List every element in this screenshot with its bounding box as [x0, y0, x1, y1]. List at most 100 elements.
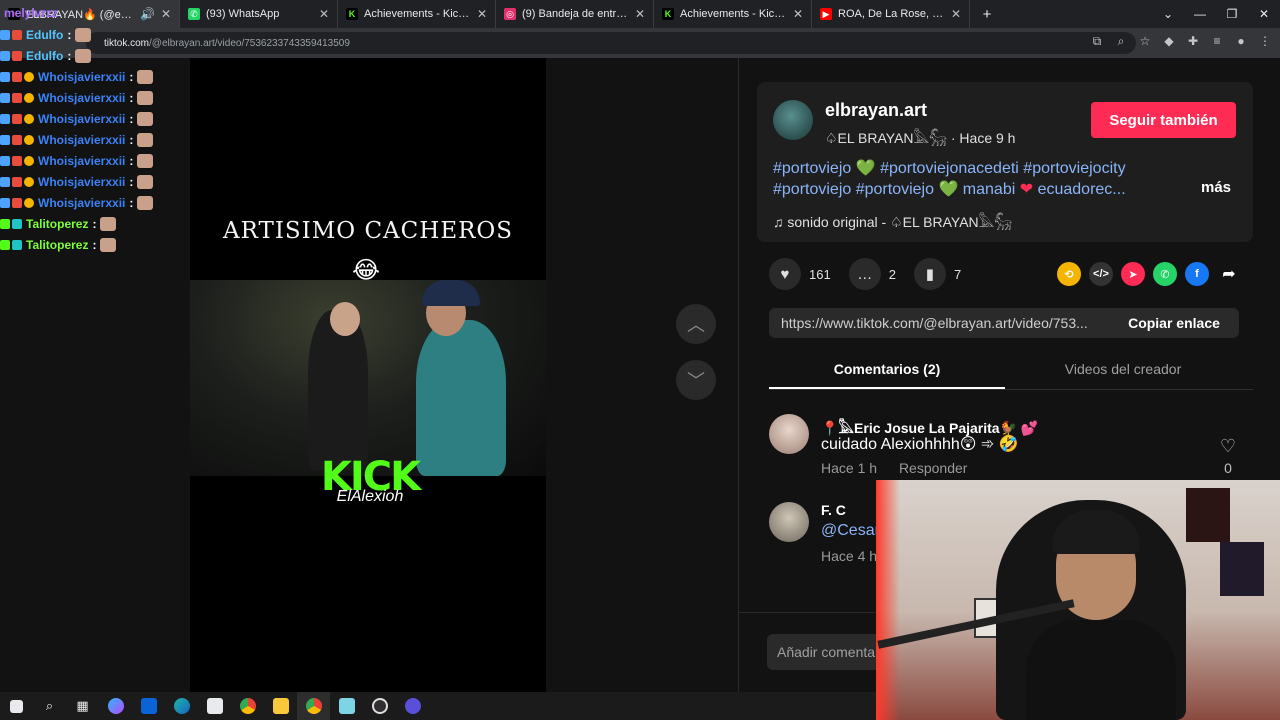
extension-icon[interactable]: ◆ [1162, 34, 1176, 49]
commenter-name[interactable]: F. C [821, 502, 846, 518]
tab-kick-dashboard-2[interactable]: K Achievements - Kick Dashboard ✕ [654, 0, 812, 28]
close-icon[interactable]: ✕ [635, 7, 645, 21]
close-icon[interactable]: ✕ [793, 7, 803, 21]
chat-separator: : [92, 216, 97, 231]
chat-message: Whoisjavierxxii: [0, 66, 190, 87]
save-button[interactable]: ▮ 7 [913, 258, 961, 290]
bookmark-star-icon[interactable]: ☆ [1138, 34, 1152, 49]
chat-username: Whoisjavierxxii [38, 69, 126, 84]
chat-badge-icon [0, 155, 10, 166]
chrome-active-icon[interactable] [297, 692, 330, 720]
tab-instagram[interactable]: ◎ (9) Bandeja de entrada • Chats ✕ [496, 0, 654, 28]
like-button[interactable]: ♥ 161 [769, 258, 831, 290]
chat-badge-icon [0, 92, 10, 103]
video-nav-area: ︿ ﹀ [546, 58, 738, 692]
author-card: elbrayan.art ♤EL BRAYAN𓅓𓃵 · Hace 9 h Seg… [757, 82, 1253, 242]
search-icon[interactable]: ⌕ [33, 692, 66, 720]
share-link-text[interactable]: https://www.tiktok.com/@elbrayan.art/vid… [769, 315, 1109, 331]
chat-message: Whoisjavierxxii: [0, 171, 190, 192]
chat-separator: : [129, 153, 134, 168]
webcam-overlay [876, 480, 1280, 720]
file-explorer-icon[interactable] [264, 692, 297, 720]
share-arrow-icon[interactable]: ➦ [1217, 262, 1241, 286]
video-frame [190, 280, 546, 476]
chat-message: Whoisjavierxxii: [0, 108, 190, 129]
url-field[interactable]: tiktok.com/@elbrayan.art/video/753623374… [86, 32, 1136, 54]
puzzle-icon[interactable]: ✚ [1186, 34, 1200, 49]
copy-link-button[interactable]: Copiar enlace [1109, 315, 1239, 331]
comment-like-icon[interactable]: ♡ [1217, 436, 1239, 457]
chat-badge-icon [12, 218, 22, 229]
menu-icon[interactable]: ⋮ [1258, 34, 1272, 49]
chat-message: Edulfo: [0, 24, 190, 45]
media-icon[interactable]: ≡ [1210, 34, 1224, 49]
reply-button[interactable]: Responder [899, 460, 968, 476]
close-icon[interactable]: ✕ [477, 7, 487, 21]
minimize-icon[interactable]: — [1184, 0, 1216, 28]
restore-icon[interactable]: ❐ [1216, 0, 1248, 28]
chrome-icon[interactable] [231, 692, 264, 720]
new-tab-button[interactable]: + [976, 6, 998, 23]
profile-icon[interactable]: ● [1234, 34, 1248, 49]
windows-start-icon[interactable] [0, 692, 33, 720]
send-icon[interactable]: ➤ [1121, 262, 1145, 286]
store-icon[interactable] [198, 692, 231, 720]
panel-tabs: Comentarios (2) Videos del creador [769, 354, 1253, 390]
next-video-button[interactable]: ﹀ [676, 360, 716, 400]
commenter-avatar[interactable] [769, 502, 809, 542]
chat-message: Edulfo: [0, 45, 190, 66]
facebook-icon[interactable]: f [1185, 262, 1209, 286]
chat-username: Whoisjavierxxii [38, 195, 126, 210]
chevron-down-icon[interactable]: ⌄ [1152, 0, 1184, 28]
chat-username: Whoisjavierxxii [38, 153, 126, 168]
tab-creator-videos[interactable]: Videos del creador [1005, 354, 1241, 389]
video-player[interactable]: ARTISIMO CACHEROS 😂 KICK ElAlexioh [190, 58, 546, 692]
close-window-icon[interactable]: ✕ [1248, 0, 1280, 28]
whatsapp-share-icon[interactable]: ✆ [1153, 262, 1177, 286]
chat-emote-icon [75, 27, 92, 42]
tab-comments[interactable]: Comentarios (2) [769, 354, 1005, 389]
embed-icon[interactable]: </> [1089, 262, 1113, 286]
task-view-icon[interactable]: ▦ [66, 692, 99, 720]
chat-emote-icon [137, 69, 154, 84]
cast-icon[interactable]: ⧉ [1090, 34, 1104, 49]
chat-emote-icon [137, 90, 154, 105]
window-controls: ⌄ — ❐ ✕ [1152, 0, 1280, 28]
app-icon-2[interactable] [396, 692, 429, 720]
copilot-icon[interactable] [99, 692, 132, 720]
outlook-icon[interactable] [132, 692, 165, 720]
close-icon[interactable]: ✕ [319, 7, 329, 21]
comment-button[interactable]: … 2 [848, 258, 896, 290]
more-button[interactable]: más [1201, 179, 1231, 196]
tab-kick-dashboard[interactable]: K Achievements - Kick Dashboard ✕ [338, 0, 496, 28]
chat-emote-icon [137, 111, 154, 126]
chat-emote-icon [137, 174, 154, 189]
kick-icon: K [662, 8, 674, 20]
app-icon[interactable] [330, 692, 363, 720]
video-cap [422, 280, 480, 306]
tab-youtube[interactable]: ▶ ROA, De La Rose, Luar La L, Yan ✕ [812, 0, 970, 28]
action-bar: ♥ 161 … 2 ▮ 7 [769, 258, 979, 290]
commenter-avatar[interactable] [769, 414, 809, 454]
chat-list: Edulfo: Edulfo: Whoisjavierxxii: Whoisjavie… [0, 4, 190, 255]
green-heart-icon: 💚 [938, 181, 959, 198]
author-avatar[interactable] [773, 100, 813, 140]
chat-separator: : [129, 111, 134, 126]
zoom-icon[interactable]: ⌕ [1114, 34, 1128, 49]
close-icon[interactable]: ✕ [951, 7, 961, 21]
hashtags-line-1[interactable]: #portoviejo 💚 #portoviejonacedeti #porto… [773, 158, 1126, 178]
repost-icon[interactable]: ⟲ [1057, 262, 1081, 286]
hashtags-line-2[interactable]: #portoviejo #portoviejo 💚 manabi ❤ ecuad… [773, 179, 1143, 199]
tab-whatsapp[interactable]: ✆ (93) WhatsApp ✕ [180, 0, 338, 28]
comment-text[interactable]: @Cesar [821, 522, 880, 540]
chat-username: Talitoperez [26, 216, 89, 231]
follow-button[interactable]: Seguir también [1091, 102, 1236, 138]
author-handle[interactable]: elbrayan.art [825, 100, 927, 121]
music-link[interactable]: ♫ sonido original - ♤EL BRAYAN𓅓𓃵 [773, 208, 1012, 232]
obs-icon[interactable] [363, 692, 396, 720]
wall-poster [1186, 488, 1230, 542]
previous-video-button[interactable]: ︿ [676, 304, 716, 344]
edge-icon[interactable] [165, 692, 198, 720]
chat-top-username: melylvrzz [4, 6, 59, 20]
comment-text: cuidado Alexiohhhh😲 ➾ 🤣 [821, 436, 1019, 453]
